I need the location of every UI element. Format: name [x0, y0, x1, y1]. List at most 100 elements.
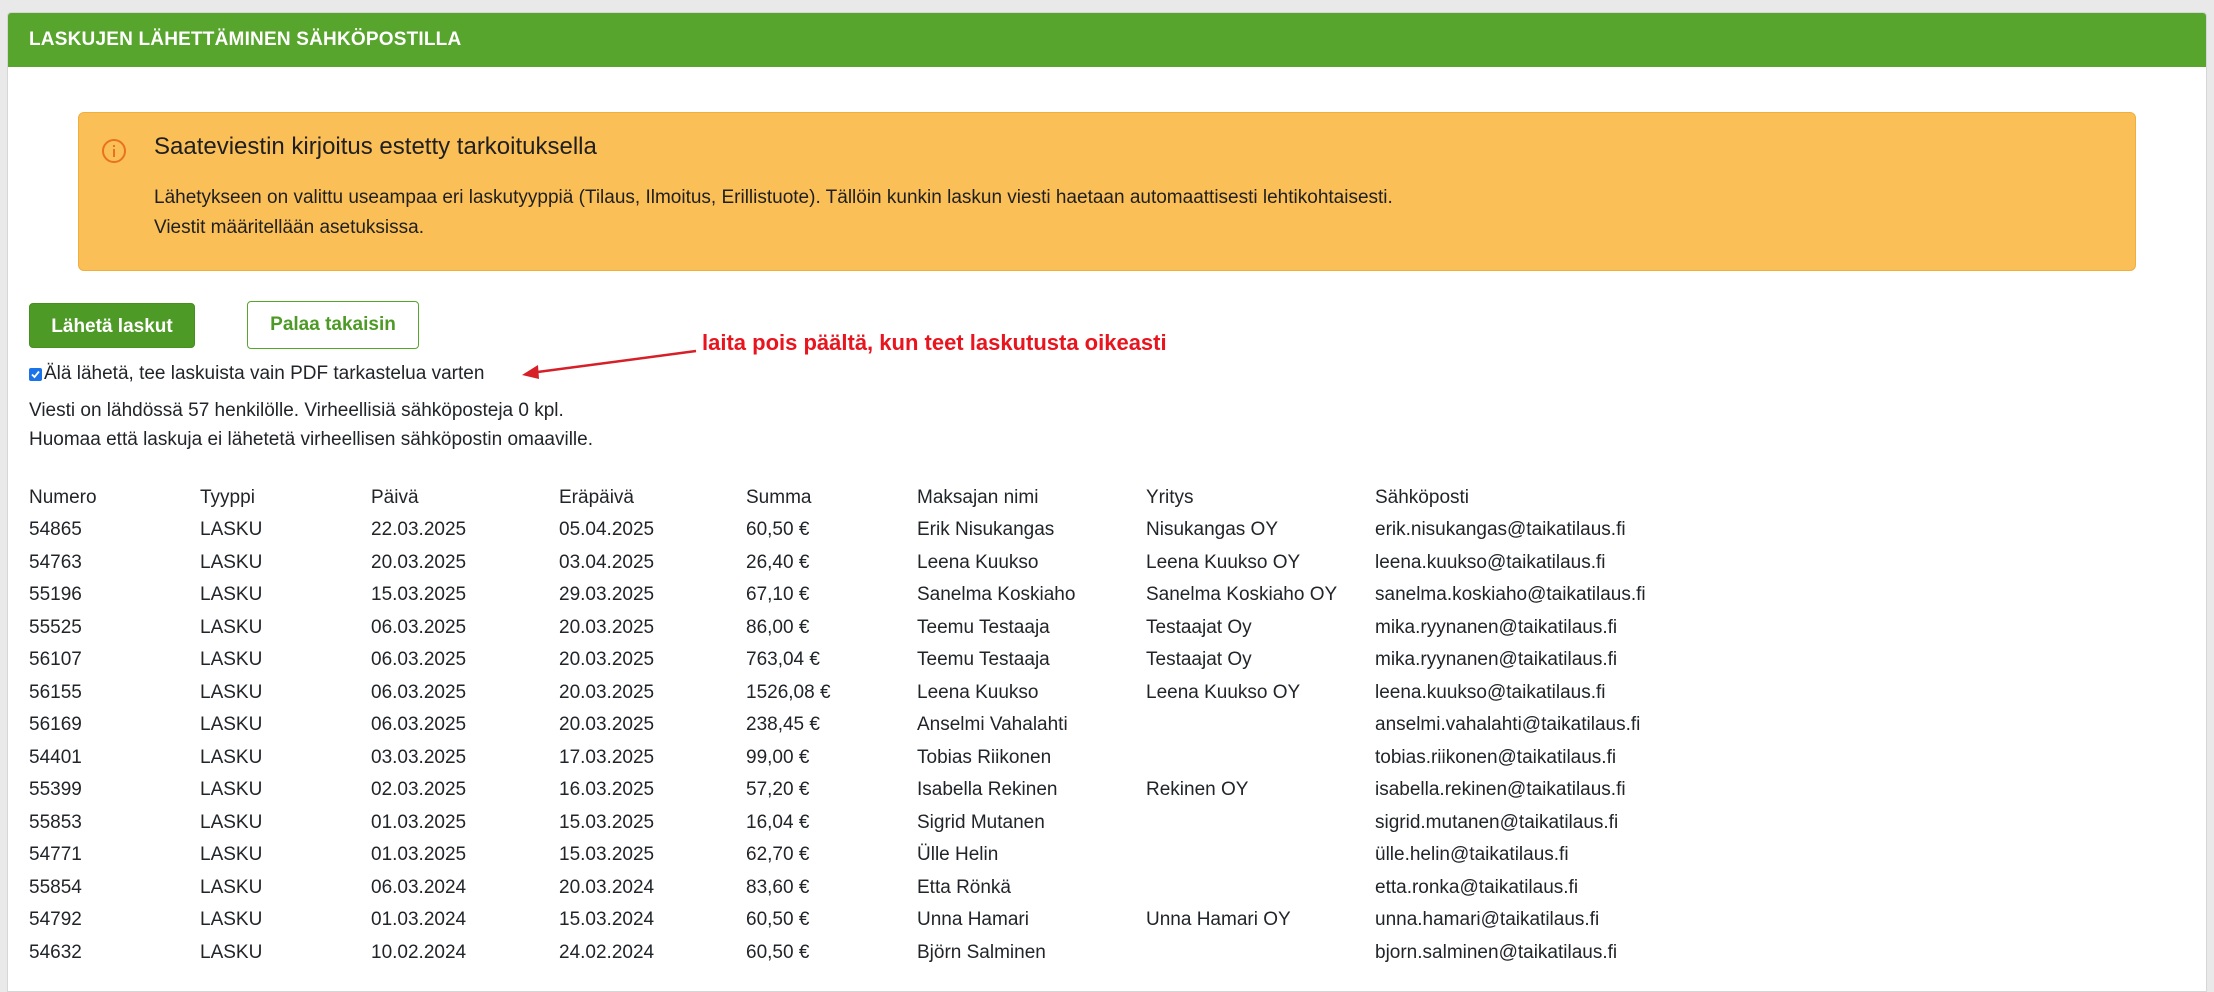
table-row: 54632 LASKU 10.02.2024 24.02.2024 60,50 € Bjö…	[29, 942, 1695, 975]
cell-yritys	[1146, 714, 1375, 747]
cell-summa: 238,45 €	[746, 714, 820, 735]
cell-maksajan-nimi: Sigrid Mutanen	[917, 811, 1045, 833]
cell-erapaiva: 05.04.2025	[559, 519, 655, 540]
cell-paiva: 03.03.2025	[371, 746, 467, 768]
cell-tyyppi: LASKU	[200, 876, 263, 898]
cell-sahkoposti: leena.kuukso@taikatilaus.fi	[1375, 681, 1606, 703]
panel-title: LASKUJEN LÄHETTÄMINEN SÄHKÖPOSTILLA	[8, 13, 2206, 67]
table-row: 55854 LASKU 06.03.2024 20.03.2024 83,60 € Ett…	[29, 877, 1695, 910]
cell-numero: 54865	[29, 519, 82, 540]
cell-paiva: 22.03.2025	[371, 519, 467, 540]
cell-paiva: 10.02.2024	[371, 941, 467, 963]
cell-numero: 55399	[29, 779, 82, 800]
cell-paiva: 01.03.2024	[371, 909, 467, 930]
cell-sahkoposti: mika.ryynanen@taikatilaus.fi	[1375, 649, 1618, 670]
cell-tyyppi: LASKU	[200, 681, 263, 703]
table-header-row: Numero Tyyppi Päivä Eräpäivä Summa Maksa…	[29, 487, 1695, 519]
cell-summa: 83,60 €	[746, 876, 810, 898]
cell-erapaiva: 20.03.2025	[559, 616, 655, 638]
cell-maksajan-nimi: Leena Kuukso	[917, 681, 1039, 703]
pdf-only-label[interactable]: Älä lähetä, tee laskuista vain PDF tarka…	[44, 363, 484, 385]
cell-paiva: 06.03.2024	[371, 876, 467, 898]
cell-maksajan-nimi: Tobias Riikonen	[917, 746, 1052, 768]
cell-tyyppi: LASKU	[200, 844, 263, 865]
cell-yritys	[1146, 747, 1375, 780]
cell-erapaiva: 15.03.2025	[559, 844, 655, 865]
cell-numero: 55196	[29, 584, 82, 605]
cell-tyyppi: LASKU	[200, 519, 263, 540]
cell-tyyppi: LASKU	[200, 616, 263, 638]
cell-tyyppi: LASKU	[200, 584, 263, 605]
recipient-summary: Viesti on lähdössä 57 henkilölle. Virhee…	[29, 400, 564, 421]
cell-numero: 55525	[29, 616, 82, 638]
cell-yritys	[1146, 812, 1375, 845]
cell-sahkoposti: anselmi.vahalahti@taikatilaus.fi	[1375, 714, 1641, 735]
cell-tyyppi: LASKU	[200, 909, 263, 930]
cell-sahkoposti: erik.nisukangas@taikatilaus.fi	[1375, 519, 1626, 540]
cell-sahkoposti: mika.ryynanen@taikatilaus.fi	[1375, 616, 1618, 638]
cell-summa: 1526,08 €	[746, 681, 831, 703]
cell-yritys: Nisukangas OY	[1146, 519, 1279, 540]
cell-summa: 57,20 €	[746, 779, 810, 800]
cell-sahkoposti: unna.hamari@taikatilaus.fi	[1375, 909, 1600, 930]
invalid-email-note: Huomaa että laskuja ei lähetetä virheell…	[29, 429, 593, 450]
cell-sahkoposti: leena.kuukso@taikatilaus.fi	[1375, 551, 1606, 573]
cell-sahkoposti: bjorn.salminen@taikatilaus.fi	[1375, 941, 1618, 963]
cell-sahkoposti: etta.ronka@taikatilaus.fi	[1375, 876, 1579, 898]
cell-summa: 99,00 €	[746, 746, 810, 768]
cell-maksajan-nimi: Anselmi Vahalahti	[917, 714, 1068, 735]
table-row: 55399 LASKU 02.03.2025 16.03.2025 57,20 € Isa…	[29, 779, 1695, 812]
invoice-table: Numero Tyyppi Päivä Eräpäivä Summa Maksa…	[29, 487, 1695, 974]
cell-summa: 16,04 €	[746, 811, 810, 833]
cell-yritys: Leena Kuukso OY	[1146, 681, 1301, 703]
cell-erapaiva: 20.03.2025	[559, 714, 655, 735]
cell-numero: 54401	[29, 746, 82, 768]
table-row: 54865 LASKU 22.03.2025 05.04.2025 60,50 € Eri…	[29, 519, 1695, 552]
table-row: 56155 LASKU 06.03.2025 20.03.2025 1526,08 € L…	[29, 682, 1695, 715]
cell-paiva: 06.03.2025	[371, 714, 467, 735]
cell-maksajan-nimi: Teemu Testaaja	[917, 649, 1050, 670]
cell-erapaiva: 20.03.2025	[559, 649, 655, 670]
cell-paiva: 02.03.2025	[371, 779, 467, 800]
cell-sahkoposti: ülle.helin@taikatilaus.fi	[1375, 844, 1569, 865]
cell-maksajan-nimi: Ülle Helin	[917, 844, 999, 865]
cell-maksajan-nimi: Erik Nisukangas	[917, 519, 1055, 540]
cell-summa: 60,50 €	[746, 941, 810, 963]
cell-paiva: 06.03.2025	[371, 616, 467, 638]
cell-yritys	[1146, 877, 1375, 910]
cell-yritys: Sanelma Koskiaho OY	[1146, 584, 1338, 605]
annotation-note: laita pois päältä, kun teet laskutusta o…	[702, 330, 1167, 355]
cell-summa: 60,50 €	[746, 909, 810, 930]
go-back-button[interactable]: Palaa takaisin	[247, 301, 419, 349]
table-row: 55196 LASKU 15.03.2025 29.03.2025 67,10 € San…	[29, 584, 1695, 617]
cell-sahkoposti: sanelma.koskiaho@taikatilaus.fi	[1375, 584, 1646, 605]
cell-sahkoposti: sigrid.mutanen@taikatilaus.fi	[1375, 811, 1619, 833]
pdf-only-checkbox[interactable]	[29, 368, 42, 381]
cell-erapaiva: 16.03.2025	[559, 779, 655, 800]
cell-erapaiva: 24.02.2024	[559, 941, 655, 963]
cell-numero: 54792	[29, 909, 82, 930]
warning-alert: Saateviestin kirjoitus estetty tarkoituk…	[78, 112, 2136, 271]
cell-paiva: 20.03.2025	[371, 551, 467, 573]
cell-tyyppi: LASKU	[200, 941, 263, 963]
alert-message-line-2: Viestit määritellään asetuksissa.	[154, 217, 424, 238]
cell-erapaiva: 15.03.2025	[559, 811, 655, 833]
cell-maksajan-nimi: Isabella Rekinen	[917, 779, 1058, 800]
cell-tyyppi: LASKU	[200, 714, 263, 735]
cell-paiva: 15.03.2025	[371, 584, 467, 605]
header-sahkoposti: Sähköposti	[1375, 487, 1470, 508]
send-invoices-button[interactable]: Lähetä laskut	[29, 303, 195, 348]
cell-numero: 55853	[29, 811, 82, 833]
cell-numero: 54771	[29, 844, 82, 865]
cell-tyyppi: LASKU	[200, 649, 263, 670]
header-maksajan-nimi: Maksajan nimi	[917, 487, 1039, 508]
table-row: 55525 LASKU 06.03.2025 20.03.2025 86,00 € Tee…	[29, 617, 1695, 650]
cell-yritys: Unna Hamari OY	[1146, 909, 1291, 930]
cell-tyyppi: LASKU	[200, 811, 263, 833]
cell-maksajan-nimi: Sanelma Koskiaho	[917, 584, 1076, 605]
cell-paiva: 01.03.2025	[371, 844, 467, 865]
table-row: 54763 LASKU 20.03.2025 03.04.2025 26,40 € Lee…	[29, 552, 1695, 585]
header-yritys: Yritys	[1146, 487, 1194, 508]
alert-message-line-1: Lähetykseen on valittu useampaa eri lask…	[154, 187, 1393, 208]
header-paiva: Päivä	[371, 487, 419, 508]
